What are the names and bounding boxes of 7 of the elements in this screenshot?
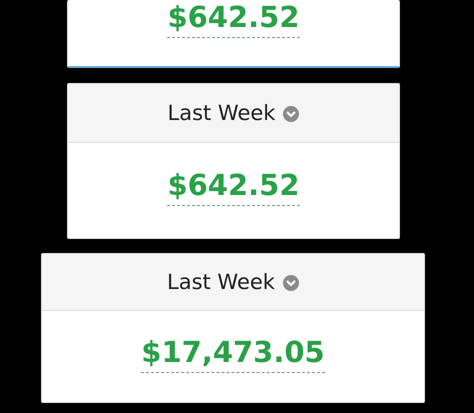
amount-value: $17,473.05 — [141, 335, 325, 373]
dropdown-icon[interactable] — [282, 275, 299, 291]
dropdown-icon[interactable] — [283, 106, 300, 122]
amount-value: $642.52 — [167, 168, 300, 206]
amount-value: $642.52 — [167, 0, 300, 38]
period-label: Last Week — [167, 270, 275, 294]
period-label: Last Week — [168, 101, 276, 125]
